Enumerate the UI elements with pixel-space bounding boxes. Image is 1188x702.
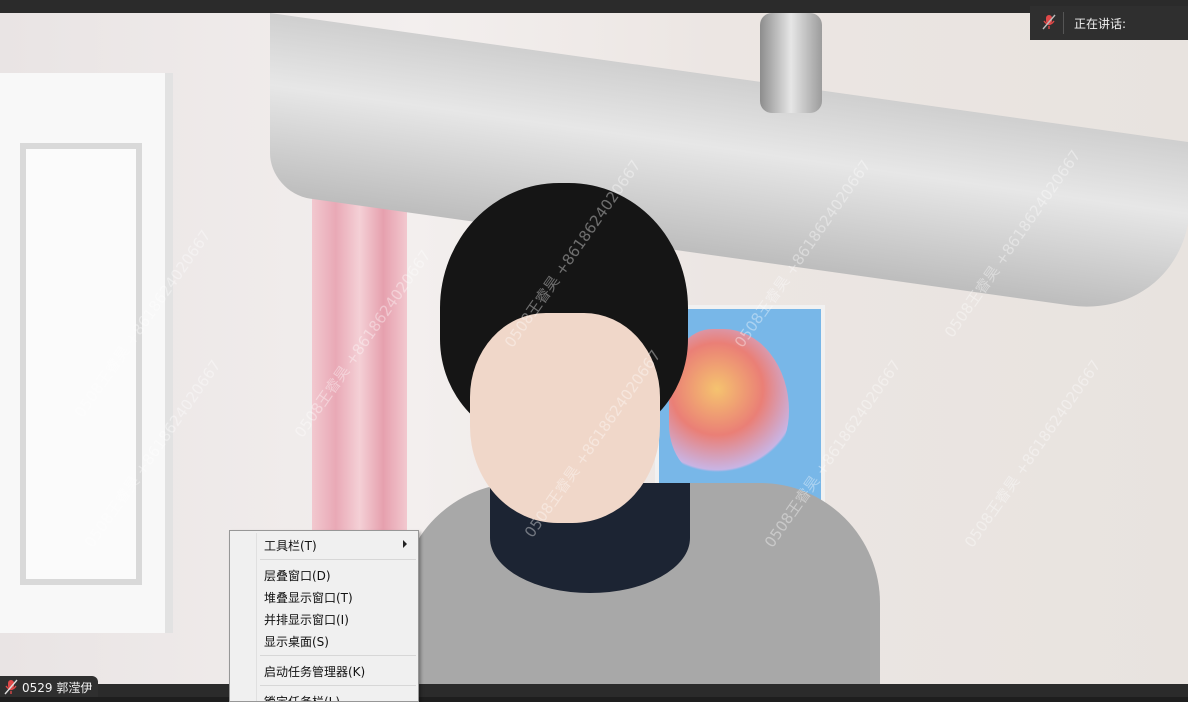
menu-item-label: 堆叠显示窗口(T)	[264, 591, 353, 605]
video-feed: 0508王睿昊 +8618624020667 0508王睿昊 +86186240…	[0, 13, 1188, 684]
menu-item-label: 锁定任务栏(L)	[264, 695, 341, 702]
participant-name: 0529 郭滢伊	[22, 681, 93, 695]
muted-mic-icon	[1042, 14, 1056, 30]
taskbar-context-menu: 工具栏(T) 层叠窗口(D) 堆叠显示窗口(T) 并排显示窗口(I) 显示桌面(…	[229, 530, 419, 702]
speaking-label: 正在讲话:	[1074, 17, 1127, 31]
menu-item-show-desktop[interactable]: 显示桌面(S)	[230, 630, 418, 650]
menu-separator	[260, 655, 416, 656]
speaking-indicator: 正在讲话:	[1030, 6, 1188, 40]
bottom-bar	[0, 684, 1188, 697]
muted-mic-icon	[4, 679, 18, 695]
divider	[1063, 12, 1064, 34]
participant-name-tag: 0529 郭滢伊	[0, 676, 98, 697]
menu-item-stack[interactable]: 堆叠显示窗口(T)	[230, 586, 418, 606]
menu-separator	[260, 559, 416, 560]
menu-item-toolbars[interactable]: 工具栏(T)	[230, 534, 418, 554]
lamp-pole	[760, 13, 822, 113]
menu-item-label: 并排显示窗口(I)	[264, 613, 349, 627]
menu-item-lock-taskbar[interactable]: ✓ 锁定任务栏(L)	[230, 690, 418, 702]
menu-item-task-manager[interactable]: 启动任务管理器(K)	[230, 660, 418, 680]
menu-item-label: 启动任务管理器(K)	[264, 665, 366, 679]
top-bar	[0, 0, 1188, 13]
submenu-arrow-icon	[403, 540, 407, 548]
menu-item-label: 工具栏(T)	[264, 539, 317, 553]
menu-item-cascade[interactable]: 层叠窗口(D)	[230, 564, 418, 584]
menu-item-side-by-side[interactable]: 并排显示窗口(I)	[230, 608, 418, 628]
watermark: 0508王睿昊 +8618624020667	[960, 356, 1105, 551]
menu-item-label: 层叠窗口(D)	[264, 569, 331, 583]
menu-separator	[260, 685, 416, 686]
menu-item-label: 显示桌面(S)	[264, 635, 329, 649]
